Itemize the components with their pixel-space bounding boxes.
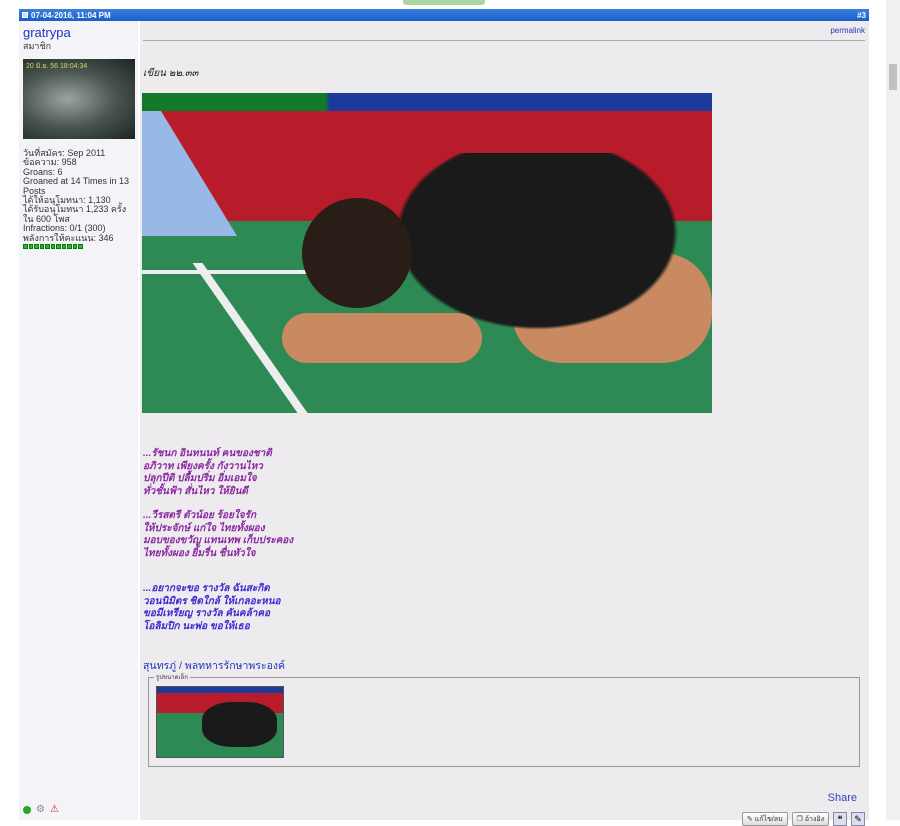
- reputation-pip: [56, 244, 61, 250]
- forum-post: 07-04-2016, 11:04 PM #3 gratrypa สมาชิก …: [19, 9, 869, 826]
- poem-stanza-2: ...วีรสตรี ตัวน้อย ร้อยใจรัก ให้ประจักษ์ …: [143, 510, 293, 560]
- user-stat: พลังการให้คะแนน: 346: [23, 232, 114, 243]
- reputation-pip: [78, 244, 83, 250]
- attachments-box: รูปขนาดเล็ก: [148, 672, 860, 767]
- user-title: สมาชิก: [23, 41, 52, 51]
- reputation-pip: [39, 244, 44, 250]
- scrollbar[interactable]: [886, 0, 900, 820]
- poem-line: โอลิมปิก นะพ่อ ขอให้เธอ: [143, 620, 250, 632]
- poem-stanza-1: ...รัชนก อินทนนท์ คนของชาติ อภิวาท เพียงค…: [143, 448, 272, 498]
- divider: [143, 40, 865, 41]
- post-number[interactable]: #3: [857, 11, 866, 20]
- reputation-pip: [67, 244, 72, 250]
- reputation-pip: [45, 244, 50, 250]
- user-icons: ⚙ ⚠: [23, 804, 59, 815]
- report-icon[interactable]: ⚠: [50, 804, 59, 815]
- reputation-pip: [61, 244, 66, 250]
- attachment-thumbnail[interactable]: [156, 686, 284, 758]
- reputation-pip: [34, 244, 39, 250]
- user-stats: วันที่สมัคร: Sep 2011 ข้อความ: 958 Groans:…: [23, 148, 134, 243]
- reputation-pip: [23, 244, 28, 250]
- user-stat: ได้รับอนุโมทนา 1,233 ครั้ง ใน 600 โพส: [23, 204, 127, 224]
- permalink[interactable]: permalink: [830, 26, 865, 35]
- poem-line: ...วีรสตรี ตัวน้อย ร้อยใจรัก: [143, 510, 257, 521]
- scrollbar-thumb[interactable]: [889, 64, 897, 90]
- poem-line: ทั่วชั้นฟ้า สั่นไหว ให้ยินดี: [143, 485, 248, 497]
- share-link[interactable]: Share: [828, 792, 857, 804]
- poem-line: อภิวาท เพียงครั้ง กังวานไหว: [143, 460, 263, 472]
- multiquote-icon[interactable]: ❝: [833, 812, 847, 826]
- post-date: 07-04-2016, 11:04 PM: [31, 10, 111, 20]
- poem-line: ...รัชนก อินทนนท์ คนของชาติ: [143, 448, 272, 459]
- user-info: gratrypa สมาชิก 20 มิ.ย. 56 18:04:34 วัน…: [19, 21, 138, 820]
- avatar[interactable]: 20 มิ.ย. 56 18:04:34: [23, 59, 135, 139]
- quote-label: อ้างอิง: [804, 815, 824, 823]
- poem-line: ขอมีเหรียญ รางวัล คันคล้าคอ: [143, 608, 271, 619]
- reputation-bar: [23, 244, 134, 250]
- reputation-pip: [72, 244, 77, 250]
- poem-line: ไทยทั้งผอง ยิ้มรื่น ชื่นหัวใจ: [143, 547, 256, 559]
- users-icon[interactable]: ⚙: [36, 804, 45, 815]
- edit-label: แก้ไข/ลบ: [754, 815, 783, 823]
- post-actions: ✎ แก้ไข/ลบ ❐ อ้างอิง ❝ ✎: [741, 812, 865, 826]
- reputation-pip: [50, 244, 55, 250]
- online-status-icon: [23, 805, 31, 814]
- reputation-pip: [28, 244, 33, 250]
- quote-button[interactable]: ❐ อ้างอิง: [791, 812, 829, 826]
- poem-stanza-3: ...อยากจะขอ รางวัล ฉันสะกิด วอนนิมิตร ชิด…: [143, 583, 281, 633]
- poem-line: มอบของขวัญ แทนเทพ เก็บประคอง: [143, 535, 294, 546]
- avatar-stamp: 20 มิ.ย. 56 18:04:34: [26, 63, 88, 70]
- top-tab: [403, 0, 485, 5]
- poem-line: วอนนิมิตร ชิดใกล้ ให้เกลอะหนอ: [143, 595, 281, 607]
- quick-reply-icon[interactable]: ✎: [851, 812, 865, 826]
- post-body: permalink เขียน ๒๒.๓๓ ...รัชนก อินทนนท์ …: [140, 21, 869, 826]
- attachments-legend: รูปขนาดเล็ก: [154, 672, 190, 682]
- poem-line: ให้ประจักษ์ แก่ใจ ไทยทั้งผอง: [143, 522, 265, 534]
- poem-line: ปลุกปีติ ปลื้มปริ่ม อิ่มเอมใจ: [143, 473, 257, 484]
- username[interactable]: gratrypa: [23, 26, 134, 39]
- poem-line: ...อยากจะขอ รางวัล ฉันสะกิด: [143, 583, 270, 594]
- quote-icon: ❐: [796, 816, 803, 823]
- edit-icon: ✎: [746, 816, 753, 823]
- post-image[interactable]: [142, 93, 712, 413]
- edit-button[interactable]: ✎ แก้ไข/ลบ: [741, 812, 788, 826]
- written-note: เขียน ๒๒.๓๓: [143, 68, 199, 79]
- user-stat: Groaned at 14 Times in 13 Posts: [23, 176, 130, 196]
- post-header: 07-04-2016, 11:04 PM #3: [19, 9, 869, 21]
- post-icon: [22, 12, 28, 18]
